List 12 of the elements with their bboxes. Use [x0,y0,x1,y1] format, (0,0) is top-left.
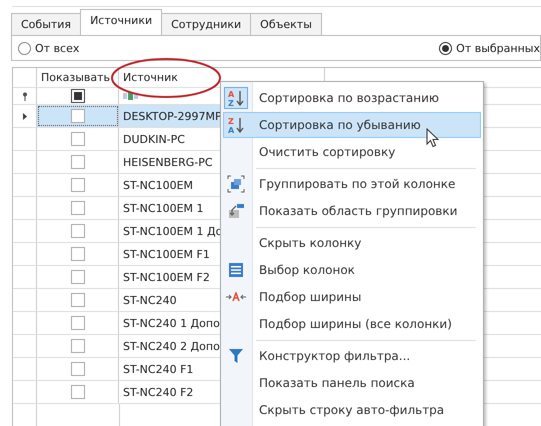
table-cell: ST-NC240 F1 [123,362,194,376]
table-cell: DUDKIN-PC [123,132,185,146]
table-cell: ST-NC100EM [123,178,194,192]
table-cell: ST-NC240 [123,294,177,306]
table-cell: ST-NC100EM F1 [123,248,210,260]
table-cell: ST-NC240 F2 [123,386,194,398]
table-cell: ST-NC240 1 Допо [123,316,220,330]
table-cell: ST-NC240 2 Допо [123,340,220,352]
table-cell: ST-NC100EM 1 [123,202,204,214]
table-cell: HEISENBERG-PC [123,156,213,168]
table-cell: ST-NC100EM F2 [123,270,210,284]
table-cell: DESKTOP-2997MP [123,110,222,122]
